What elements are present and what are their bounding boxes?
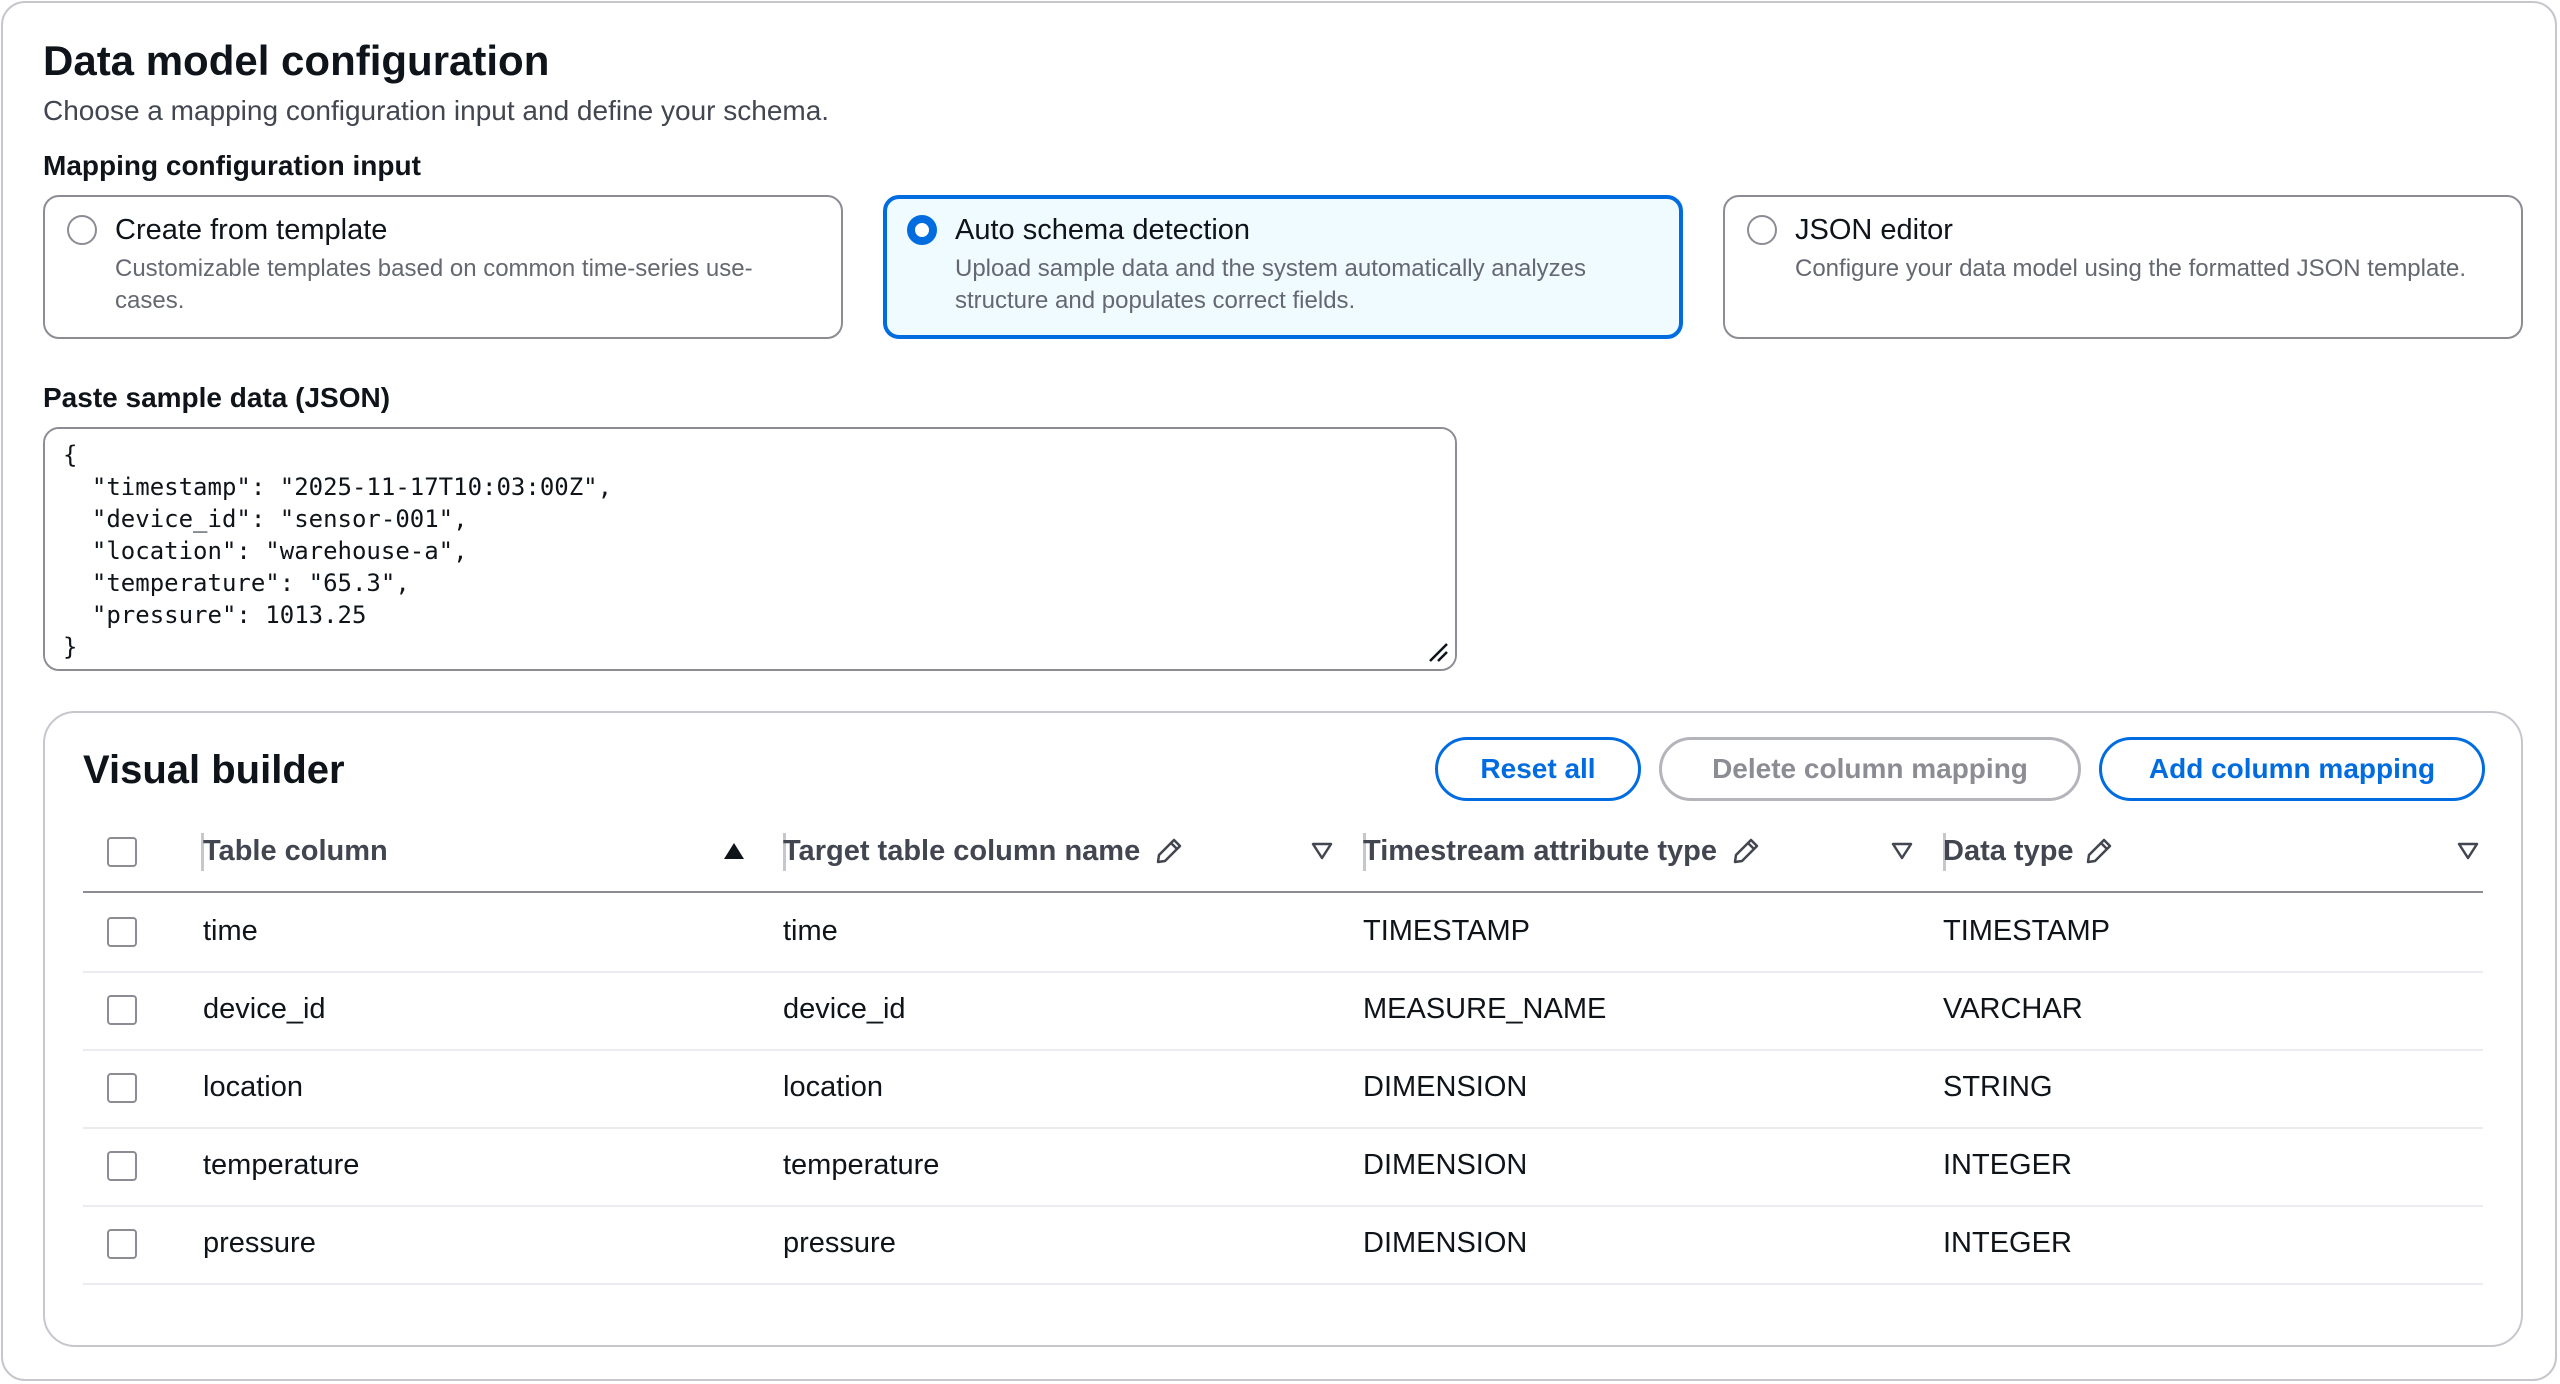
- tile-title: Create from template: [115, 214, 388, 246]
- tile-title: JSON editor: [1795, 214, 1953, 246]
- cell-table-column: temperature: [203, 1148, 360, 1181]
- header-label: Target table column name: [783, 834, 1141, 867]
- cell-table-column: time: [203, 914, 258, 947]
- cell-table-column: pressure: [203, 1226, 316, 1259]
- filter-icon[interactable]: [2457, 841, 2479, 861]
- tile-auto-schema-detection[interactable]: Auto schema detection Upload sample data…: [883, 195, 1683, 339]
- cell-table-column: device_id: [203, 992, 326, 1025]
- cell-data-type[interactable]: INTEGER: [1943, 1205, 2072, 1281]
- header-target-column-name[interactable]: Target table column name: [783, 813, 1184, 889]
- cell-target-name[interactable]: temperature: [783, 1127, 939, 1203]
- radio-create-from-template[interactable]: [67, 215, 97, 245]
- tile-description: Customizable templates based on common t…: [115, 255, 753, 314]
- sort-ascending-icon[interactable]: [723, 841, 745, 861]
- cell-attribute-type[interactable]: TIMESTAMP: [1363, 893, 1530, 969]
- visual-builder-title: Visual builder: [83, 748, 345, 792]
- page-description: Choose a mapping configuration input and…: [43, 95, 830, 126]
- pencil-icon: [1731, 836, 1761, 866]
- row-checkbox[interactable]: [107, 995, 137, 1025]
- row-checkbox[interactable]: [107, 1151, 137, 1181]
- delete-column-mapping-button[interactable]: Delete column mapping: [1659, 737, 2081, 801]
- visual-builder-container: Visual builder Reset all Delete column m…: [43, 711, 2523, 1347]
- cell-target-name[interactable]: pressure: [783, 1205, 896, 1281]
- cell-attribute-type[interactable]: DIMENSION: [1363, 1127, 1527, 1203]
- sample-json-textarea[interactable]: { "timestamp": "2025-11-17T10:03:00Z", "…: [43, 427, 1457, 671]
- cell-attribute-type[interactable]: DIMENSION: [1363, 1049, 1527, 1125]
- table-row[interactable]: pressure pressure DIMENSION INTEGER: [83, 1205, 2483, 1285]
- table-row[interactable]: device_id device_id MEASURE_NAME VARCHAR: [83, 971, 2483, 1051]
- header-label: Timestream attribute type: [1363, 834, 1718, 867]
- tile-create-from-template[interactable]: Create from template Customizable templa…: [43, 195, 843, 339]
- tile-json-editor[interactable]: JSON editor Configure your data model us…: [1723, 195, 2523, 339]
- reset-all-button[interactable]: Reset all: [1435, 737, 1641, 801]
- header-data-type[interactable]: Data type: [1943, 813, 2114, 889]
- filter-icon[interactable]: [1891, 841, 1913, 861]
- pencil-icon: [2084, 836, 2114, 866]
- radio-auto-schema-detection[interactable]: [907, 215, 937, 245]
- pencil-icon: [1154, 836, 1184, 866]
- tile-description: Upload sample data and the system automa…: [955, 255, 1587, 314]
- table-header: Table column Target table column name Ti…: [83, 813, 2483, 893]
- mapping-label: Mapping configuration input: [43, 150, 421, 181]
- select-all-checkbox[interactable]: [107, 837, 137, 867]
- tile-description: Configure your data model using the form…: [1795, 255, 2467, 282]
- row-checkbox[interactable]: [107, 1229, 137, 1259]
- cell-target-name[interactable]: location: [783, 1049, 883, 1125]
- row-checkbox[interactable]: [107, 1073, 137, 1103]
- header-label: Data type: [1943, 834, 2074, 867]
- table-row[interactable]: location location DIMENSION STRING: [83, 1049, 2483, 1129]
- page-container: Data model configuration Choose a mappin…: [1, 1, 2557, 1381]
- sample-data-label: Paste sample data (JSON): [43, 382, 391, 413]
- cell-data-type[interactable]: VARCHAR: [1943, 971, 2083, 1047]
- tile-title: Auto schema detection: [955, 214, 1251, 246]
- header-table-column[interactable]: Table column: [203, 813, 388, 889]
- table-row[interactable]: time time TIMESTAMP TIMESTAMP: [83, 893, 2483, 973]
- row-checkbox[interactable]: [107, 917, 137, 947]
- header-attribute-type[interactable]: Timestream attribute type: [1363, 813, 1761, 889]
- cell-data-type[interactable]: INTEGER: [1943, 1127, 2072, 1203]
- table-row[interactable]: temperature temperature DIMENSION INTEGE…: [83, 1127, 2483, 1207]
- cell-table-column: location: [203, 1070, 303, 1103]
- cell-data-type[interactable]: TIMESTAMP: [1943, 893, 2110, 969]
- cell-data-type[interactable]: STRING: [1943, 1049, 2053, 1125]
- add-column-mapping-button[interactable]: Add column mapping: [2099, 737, 2485, 801]
- cell-target-name[interactable]: device_id: [783, 971, 906, 1047]
- radio-json-editor[interactable]: [1747, 215, 1777, 245]
- resize-handle-icon[interactable]: [1427, 641, 1449, 663]
- cell-attribute-type[interactable]: DIMENSION: [1363, 1205, 1527, 1281]
- page-title: Data model configuration: [43, 37, 550, 84]
- cell-attribute-type[interactable]: MEASURE_NAME: [1363, 971, 1606, 1047]
- cell-target-name[interactable]: time: [783, 893, 838, 969]
- filter-icon[interactable]: [1311, 841, 1333, 861]
